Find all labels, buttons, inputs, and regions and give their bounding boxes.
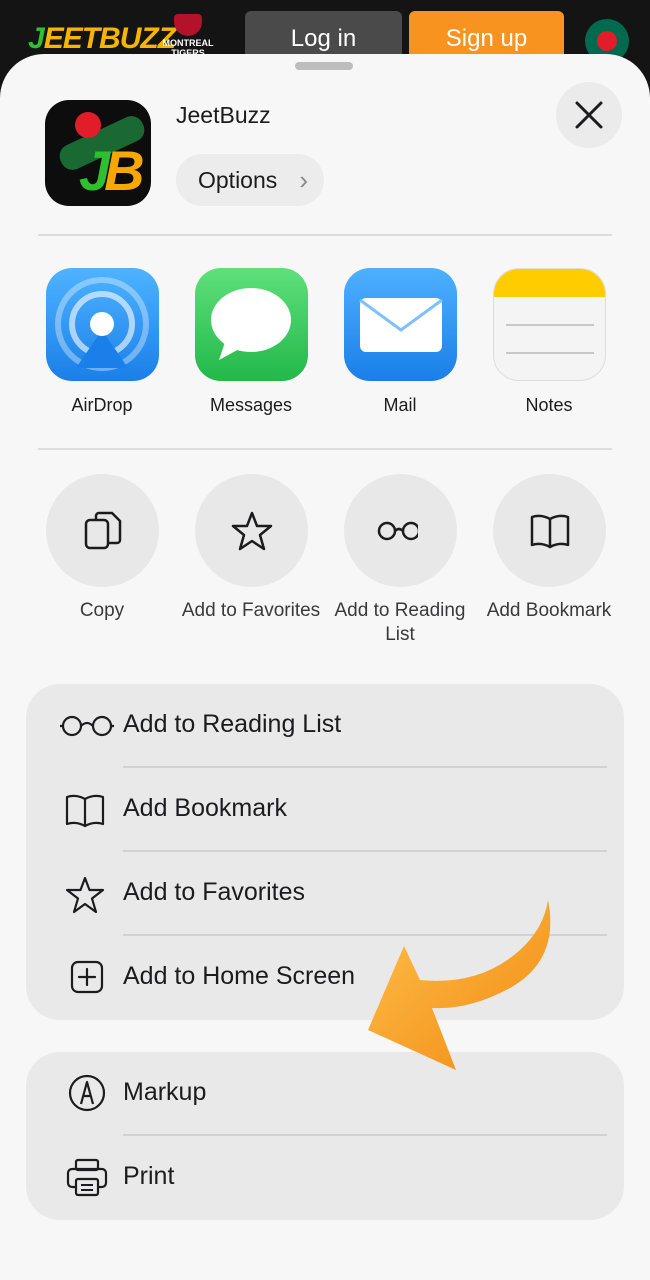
app-icon: JB [45,100,151,206]
share-sheet: JB JeetBuzz Options › AirDrop Messages M… [0,54,650,1280]
notes-icon [492,268,606,381]
messages-icon [194,268,308,381]
action-copy[interactable]: Copy [27,474,177,623]
book-icon [64,792,110,828]
printer-icon [66,1158,112,1197]
mail-icon [343,268,457,381]
action-add-to-favorites[interactable]: Add to Favorites [176,474,326,623]
options-button[interactable]: Options › [176,154,324,206]
pointer-arrow-icon [368,900,551,1070]
glasses-icon [60,708,114,744]
divider [38,448,612,450]
menu-add-bookmark[interactable]: Add Bookmark [26,768,624,852]
copy-icon [45,474,159,587]
action-add-to-reading-list[interactable]: Add to Reading List [325,474,475,647]
action-add-bookmark[interactable]: Add Bookmark [474,474,624,623]
share-messages[interactable]: Messages [186,268,316,416]
share-mail[interactable]: Mail [335,268,465,416]
close-button[interactable] [556,82,622,148]
menu-print[interactable]: Print [26,1136,624,1220]
divider [38,234,612,236]
share-notes[interactable]: Notes [484,268,614,416]
markup-icon [68,1074,114,1112]
app-name: JeetBuzz [176,102,271,128]
star-icon [194,474,308,587]
glasses-icon [343,474,457,587]
airdrop-icon [45,268,159,381]
tiger-crest-icon [174,14,202,36]
montreal-tigers-logo: MONTREAL TIGERS [160,14,216,58]
plus-square-icon [70,960,116,996]
sheet-grabber[interactable] [295,62,353,70]
menu-add-to-reading-list[interactable]: Add to Reading List [26,684,624,768]
close-icon [575,101,603,129]
book-icon [492,474,606,587]
share-airdrop[interactable]: AirDrop [37,268,167,416]
chevron-right-icon: › [299,165,308,195]
jeetbuzz-logo[interactable]: JEETBUZZ [28,22,176,56]
star-icon [64,876,110,914]
